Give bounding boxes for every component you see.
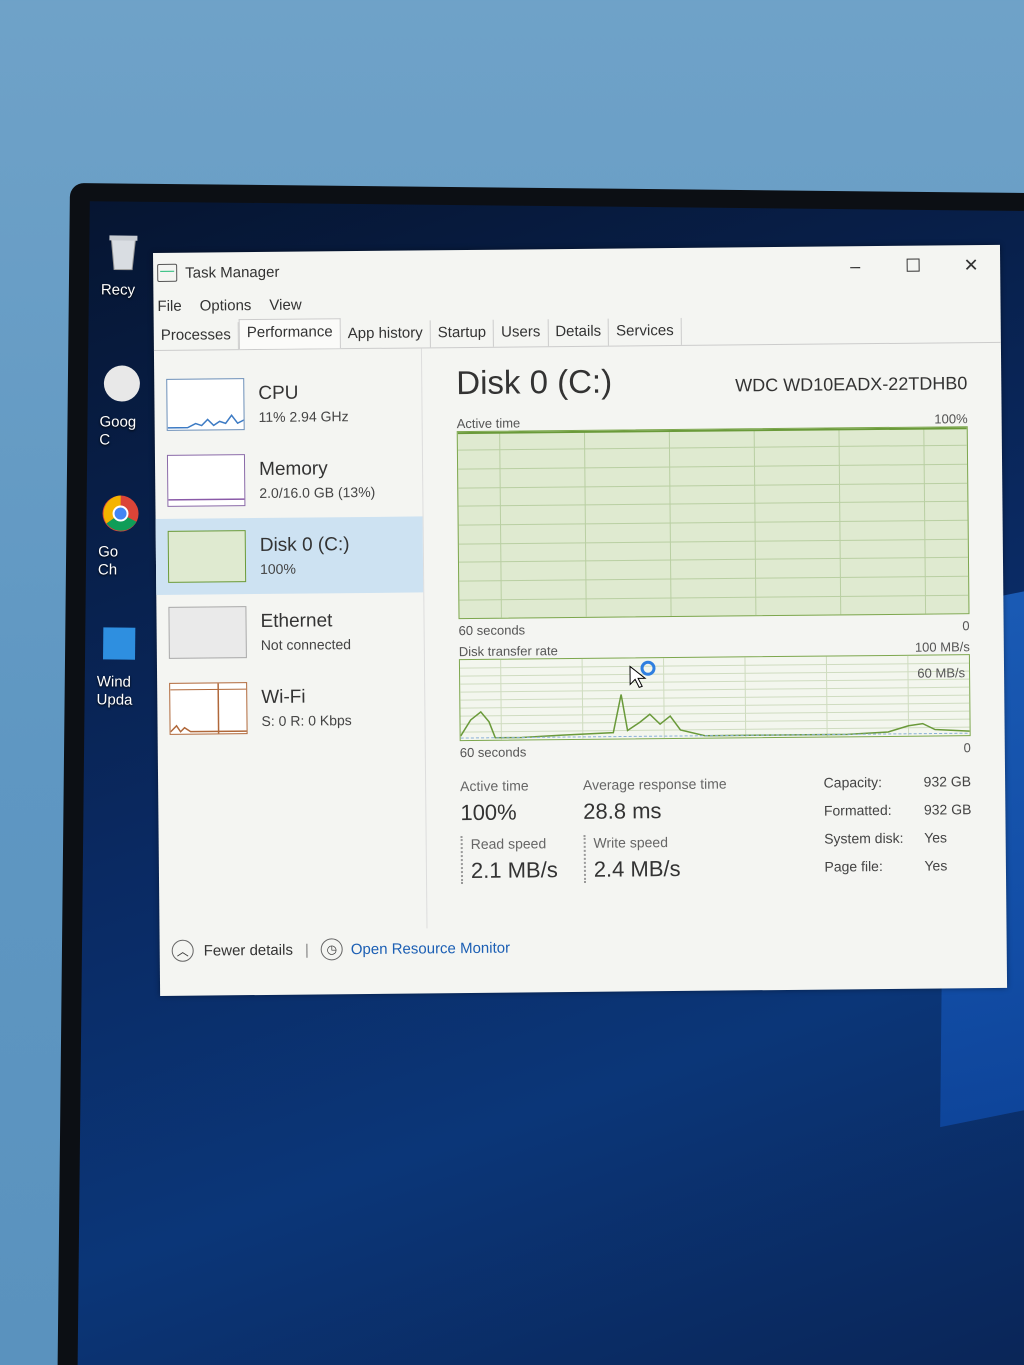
memory-mini-chart [168,498,246,501]
disk-thumbnail-graph [167,530,247,583]
fewer-details-button[interactable]: Fewer details [204,941,293,959]
prop-capacity-key: Capacity: [823,774,883,791]
stat-active-time-label: Active time [460,777,529,795]
transfer-rate-plot [459,655,970,740]
active-time-graph-max: 100% [934,411,968,427]
graph2-time-left: 60 seconds [459,744,527,761]
prop-formatted-key: Formatted: [823,801,892,819]
sidebar-cpu-name: CPU [258,382,299,404]
sidebar-wifi-name: Wi-Fi [261,686,306,708]
window-controls: – ☐ ✕ [826,245,1000,287]
tab-services[interactable]: Services [609,317,682,346]
prop-system-disk-value: Yes [924,829,948,846]
stat-avg-response-value: 28.8 ms [583,798,662,824]
sidebar-item-cpu[interactable]: CPU 11% 2.94 GHz [154,364,422,443]
active-time-graph-label: Active time [456,415,521,432]
stat-active-time-value: 100% [460,799,517,826]
resource-monitor-icon[interactable]: ◷ [320,938,343,961]
task-manager-window: Task Manager – ☐ ✕ File Options View Pro… [153,244,1008,996]
sidebar-item-wifi[interactable]: Wi-Fi S: 0 R: 0 Kbps [157,668,425,747]
tab-processes[interactable]: Processes [153,322,239,350]
sidebar-item-ethernet[interactable]: Ethernet Not connected [156,592,424,671]
sidebar-disk-sub: 100% [259,560,296,577]
disk-stats: Active time 100% Read speed 2.1 MB/s Ave… [460,773,972,885]
close-button[interactable]: ✕ [942,245,1000,286]
wifi-mini-chart [170,683,248,735]
sidebar-ethernet-sub: Not connected [260,636,352,653]
performance-content: CPU 11% 2.94 GHz Memory 2.0/16.0 GB (13%… [153,343,1007,931]
chrome-icon [102,495,139,532]
title-bar: Task Manager – ☐ ✕ [153,245,1000,293]
sidebar-item-disk[interactable]: Disk 0 (C:) 100% [155,516,424,595]
prop-capacity-value: 932 GB [923,773,972,790]
resource-sidebar: CPU 11% 2.94 GHz Memory 2.0/16.0 GB (13%… [153,348,428,931]
menu-view[interactable]: View [269,296,301,313]
desktop-icon-label-2: Upda [96,691,133,709]
menu-file[interactable]: File [157,297,181,314]
tab-users[interactable]: Users [493,319,549,347]
google-app-icon [103,365,140,402]
window-title: Task Manager [185,263,280,282]
active-time-grid [457,427,969,618]
prop-formatted-value: 932 GB [923,801,972,818]
prop-page-file-key: Page file: [824,858,883,875]
open-resource-monitor-link[interactable]: Open Resource Monitor [351,939,510,958]
transfer-rate-graph-label: Disk transfer rate [458,643,558,660]
disk-properties: Capacity: 932 GB Formatted: 932 GB Syste… [824,773,972,880]
minimize-button[interactable]: – [826,246,884,287]
tab-app-history[interactable]: App history [340,320,431,349]
recycle-bin-icon [109,235,138,271]
footer-bar: ︿ Fewer details | ◷ Open Resource Monito… [160,923,1007,971]
menu-options[interactable]: Options [200,297,252,314]
tab-performance[interactable]: Performance [238,318,341,350]
sidebar-ethernet-name: Ethernet [260,610,333,632]
maximize-button[interactable]: ☐ [884,245,942,286]
graph2-time-right: 0 [963,740,971,756]
task-manager-icon [157,263,178,282]
windows-update-icon [103,627,136,660]
sidebar-memory-sub: 2.0/16.0 GB (13%) [259,483,376,501]
disk-detail-panel: Disk 0 (C:) WDC WD10EADX-22TDHB0 Active … [422,343,1007,929]
sidebar-disk-name: Disk 0 (C:) [259,534,350,556]
transfer-scale-marker: 60 MB/s [917,665,966,681]
prop-page-file-value: Yes [924,857,948,874]
stat-write-value: 2.4 MB/s [593,855,681,882]
stat-read-label: Read speed [470,835,547,852]
graph1-time-right: 0 [962,618,970,634]
graph1-time-left: 60 seconds [458,622,526,639]
stat-read-value: 2.1 MB/s [470,857,558,883]
wifi-thumbnail-graph [169,682,248,735]
footer-divider: | [304,941,309,959]
sidebar-memory-name: Memory [258,458,328,480]
chevron-up-icon[interactable]: ︿ [171,939,194,962]
stat-avg-response-label: Average response time [582,775,727,793]
tab-startup[interactable]: Startup [430,319,495,348]
sidebar-cpu-sub: 11% 2.94 GHz [258,408,349,425]
stat-write-label: Write speed [593,834,669,851]
active-time-graph [456,426,970,620]
sidebar-item-memory[interactable]: Memory 2.0/16.0 GB (13%) [155,440,423,519]
tab-details[interactable]: Details [548,318,610,347]
cpu-thumbnail-graph [166,378,245,431]
ethernet-thumbnail-graph [168,606,247,659]
busy-cursor-icon [629,660,656,688]
sidebar-wifi-sub: S: 0 R: 0 Kbps [261,712,352,729]
transfer-rate-graph: 60 MB/s [458,654,971,742]
disk-title: Disk 0 (C:) [456,362,613,402]
prop-system-disk-key: System disk: [824,829,904,847]
memory-thumbnail-graph [166,454,246,507]
cpu-mini-chart [167,414,245,429]
transfer-rate-graph-max: 100 MB/s [914,639,970,655]
disk-model: WDC WD10EADX-22TDHB0 [735,373,968,396]
